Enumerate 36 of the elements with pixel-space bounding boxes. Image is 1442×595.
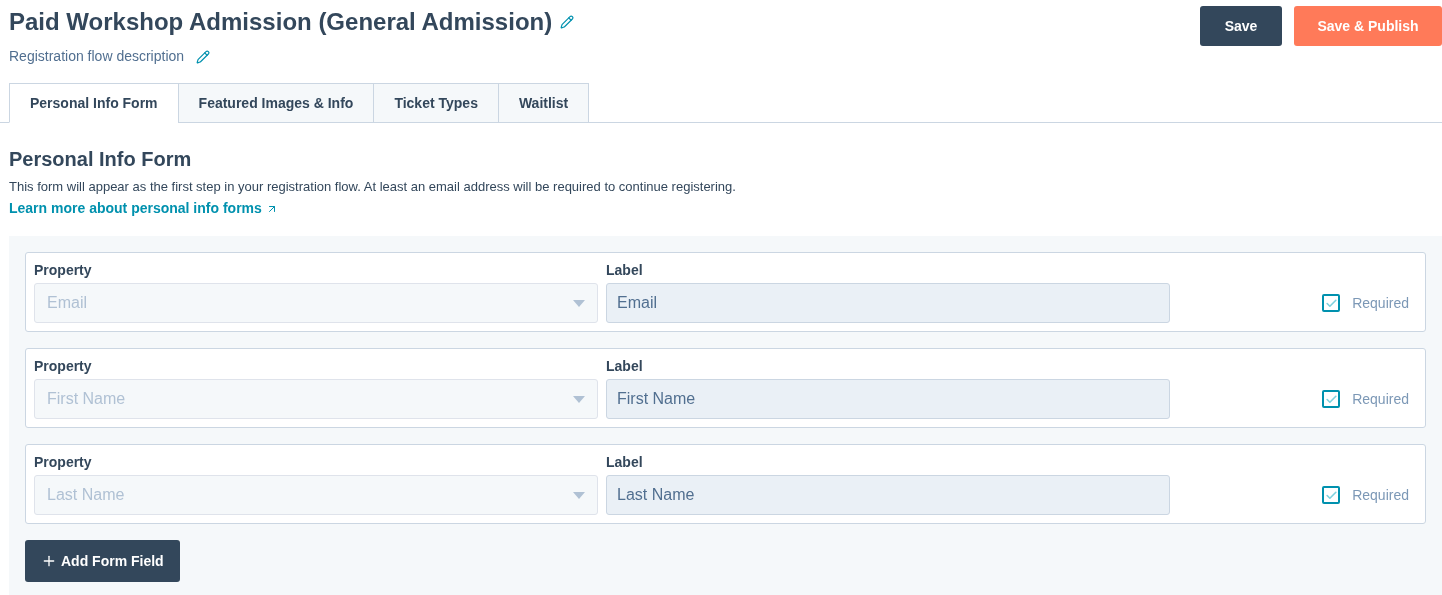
required-checkbox[interactable] — [1322, 486, 1341, 504]
check-icon — [1324, 392, 1338, 406]
edit-icon[interactable] — [196, 49, 211, 64]
section-title: Personal Info Form — [9, 147, 193, 171]
field-label: Label — [606, 357, 644, 375]
caret-icon — [573, 491, 585, 499]
plus-icon — [41, 553, 57, 569]
caret-icon — [573, 395, 585, 403]
add-form-field-button[interactable]: Add Form Field — [25, 540, 180, 582]
caret-icon — [573, 299, 585, 307]
field-label: Property — [34, 261, 93, 279]
save-button[interactable]: Save — [1200, 6, 1282, 46]
field-label: Property — [34, 453, 93, 471]
label-input[interactable]: First Name — [606, 379, 1170, 419]
edit-icon[interactable] — [560, 15, 575, 29]
required-label: Required — [1352, 389, 1409, 409]
field-label: Label — [606, 261, 644, 279]
required-label: Required — [1352, 293, 1409, 313]
field-label: Property — [34, 357, 93, 375]
page-title: Paid Workshop Admission (General Admission) — [9, 8, 553, 36]
section-description: This form will appear as the first step in your registration flow. At least an email address will be required to continue registering. — [9, 178, 737, 196]
publish-button[interactable]: Save & Publish — [1294, 6, 1442, 46]
required-checkbox[interactable] — [1322, 294, 1341, 312]
description-text: Registration flow description — [9, 47, 185, 66]
required-checkbox[interactable] — [1322, 390, 1341, 408]
tab[interactable]: Waitlist — [497, 83, 590, 123]
tab[interactable]: Ticket Types — [373, 83, 499, 123]
tab[interactable]: Personal Info Form — [9, 83, 179, 123]
tab[interactable]: Featured Images & Info — [177, 83, 375, 123]
label-input[interactable]: Last Name — [606, 475, 1170, 515]
check-icon — [1324, 296, 1338, 310]
label-input[interactable]: Email — [606, 283, 1170, 323]
field-label: Label — [606, 453, 644, 471]
check-icon — [1324, 488, 1338, 502]
learn-more-link[interactable]: Learn more about personal info forms — [9, 198, 278, 219]
required-label: Required — [1352, 485, 1409, 505]
